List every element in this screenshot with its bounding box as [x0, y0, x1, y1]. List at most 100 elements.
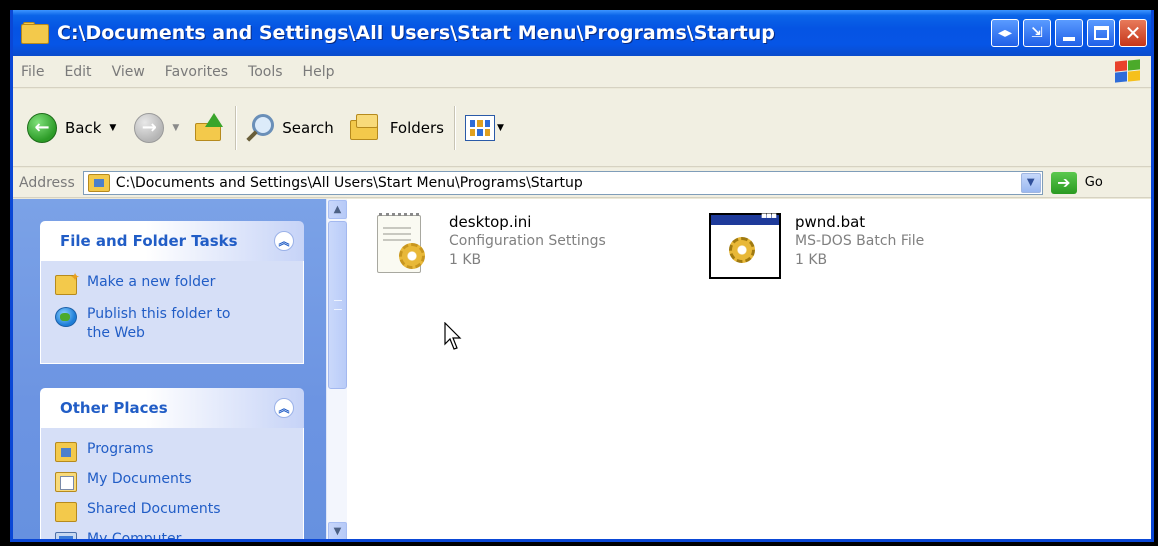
maximize-button[interactable]: [1087, 19, 1115, 47]
views-button[interactable]: ▼: [464, 89, 504, 166]
go-label: Go: [1084, 175, 1103, 190]
file-type: Configuration Settings: [449, 233, 606, 249]
chevron-down-icon[interactable]: ▼: [172, 123, 179, 133]
forward-arrow-icon: →: [134, 112, 165, 143]
my-documents-icon: [55, 472, 77, 492]
file-folder-tasks-panel: File and Folder Tasks ︽ Make a new folde…: [40, 221, 304, 364]
folder-icon: [21, 22, 51, 44]
close-icon: ✕: [1124, 21, 1142, 45]
sync-button[interactable]: ◂▸: [991, 19, 1019, 47]
minimize-icon: [1063, 37, 1075, 41]
scroll-thumb[interactable]: [328, 221, 347, 389]
scroll-up-button[interactable]: ▲: [328, 200, 347, 219]
place-label: My Computer: [87, 531, 182, 542]
task-pane: File and Folder Tasks ︽ Make a new folde…: [13, 199, 326, 542]
file-item-desktop-ini[interactable]: desktop.ini Configuration Settings 1 KB: [371, 213, 606, 277]
place-programs[interactable]: Programs: [55, 440, 293, 462]
menu-favorites[interactable]: Favorites: [155, 64, 238, 80]
file-size: 1 KB: [795, 252, 828, 268]
menu-view[interactable]: View: [102, 64, 155, 80]
grip-icon: [334, 300, 342, 310]
panel-header[interactable]: File and Folder Tasks ︽: [40, 221, 304, 261]
mouse-cursor-icon: [444, 322, 462, 350]
window-controls: ◂▸ ⇲ ✕: [991, 19, 1147, 47]
new-folder-icon: [55, 270, 80, 295]
file-size: 1 KB: [449, 252, 482, 268]
toolbar-divider: [453, 105, 455, 150]
chevron-down-icon: ▼: [333, 526, 342, 537]
address-value: C:\Documents and Settings\All Users\Star…: [115, 174, 583, 191]
file-meta: desktop.ini Configuration Settings 1 KB: [449, 213, 606, 270]
collapse-button[interactable]: ︽: [274, 398, 294, 418]
task-label: Make a new folder: [87, 274, 216, 290]
batch-file-icon: [709, 211, 781, 279]
collapse-button[interactable]: ︽: [274, 231, 294, 251]
address-input[interactable]: C:\Documents and Settings\All Users\Star…: [82, 170, 1043, 195]
up-folder-icon: [195, 112, 225, 143]
close-button[interactable]: ✕: [1119, 19, 1147, 47]
up-folder-button[interactable]: [195, 89, 225, 166]
views-icon: [464, 114, 495, 141]
folders-button[interactable]: Folders: [349, 89, 444, 166]
exit-icon: ⇲: [1031, 25, 1043, 41]
address-dropdown-button[interactable]: ▼: [1020, 172, 1041, 193]
panel-body: Programs My Documents Shared Documents M…: [40, 428, 304, 542]
task-label: Publish this folder to the Web: [87, 306, 231, 341]
panel-header[interactable]: Other Places ︽: [40, 388, 304, 428]
restore-toggle-button[interactable]: ⇲: [1023, 19, 1051, 47]
place-my-computer[interactable]: My Computer: [55, 530, 293, 542]
place-my-documents[interactable]: My Documents: [55, 470, 293, 492]
search-icon: [246, 113, 275, 142]
menu-file[interactable]: File: [13, 64, 54, 80]
folders-label: Folders: [389, 118, 444, 137]
address-bar: Address C:\Documents and Settings\All Us…: [13, 168, 1151, 198]
place-label: My Documents: [87, 471, 192, 487]
panel-title: File and Folder Tasks: [60, 232, 238, 250]
chevron-down-icon[interactable]: ▼: [497, 123, 504, 133]
sync-icon: ◂▸: [997, 25, 1013, 41]
file-name: desktop.ini: [449, 213, 532, 231]
menu-help[interactable]: Help: [293, 64, 345, 80]
file-item-pwnd-bat[interactable]: pwnd.bat MS-DOS Batch File 1 KB: [709, 211, 924, 279]
scroll-down-button[interactable]: ▼: [328, 522, 347, 539]
maximize-icon: [1093, 26, 1109, 40]
place-shared-documents[interactable]: Shared Documents: [55, 500, 293, 522]
programs-folder-icon: [87, 173, 110, 192]
back-button[interactable]: ← Back ▼: [27, 89, 116, 166]
task-make-new-folder[interactable]: Make a new folder: [55, 270, 293, 295]
chevron-down-icon: ▼: [1026, 177, 1035, 188]
task-publish-folder[interactable]: Publish this folder to the Web: [55, 305, 293, 343]
my-computer-icon: [55, 532, 77, 539]
go-arrow-icon: ➔: [1050, 171, 1077, 194]
chevron-up-double-icon: ︽: [278, 235, 290, 248]
config-file-icon: [371, 213, 435, 277]
back-label: Back: [65, 118, 102, 137]
forward-button[interactable]: → ▼: [134, 89, 179, 166]
file-list[interactable]: desktop.ini Configuration Settings 1 KB …: [347, 199, 1151, 539]
toolbar-divider: [235, 105, 237, 150]
search-button[interactable]: Search: [246, 89, 334, 166]
menu-tools[interactable]: Tools: [238, 64, 293, 80]
windows-logo-icon: [1113, 59, 1141, 84]
globe-icon: [55, 307, 77, 327]
go-button[interactable]: ➔ Go: [1050, 171, 1103, 194]
file-name: pwnd.bat: [795, 213, 866, 231]
panel-body: Make a new folder Publish this folder to…: [40, 261, 304, 364]
task-pane-scrollbar[interactable]: ▲ ▼: [326, 199, 347, 539]
chevron-up-icon: ▲: [333, 204, 342, 215]
programs-folder-icon: [55, 442, 77, 462]
minimize-button[interactable]: [1055, 19, 1083, 47]
chevron-down-icon[interactable]: ▼: [109, 123, 116, 133]
menu-bar: File Edit View Favorites Tools Help: [13, 56, 1151, 88]
address-label: Address: [19, 174, 75, 191]
title-bar[interactable]: C:\Documents and Settings\All Users\Star…: [13, 10, 1151, 56]
folders-icon: [349, 113, 382, 142]
file-type: MS-DOS Batch File: [795, 233, 925, 249]
panel-title: Other Places: [60, 399, 168, 417]
window-title: C:\Documents and Settings\All Users\Star…: [57, 22, 775, 44]
place-label: Shared Documents: [87, 501, 221, 517]
menu-edit[interactable]: Edit: [54, 64, 101, 80]
file-meta: pwnd.bat MS-DOS Batch File 1 KB: [795, 213, 924, 270]
toolbar: ← Back ▼ → ▼ Search Folders ▼: [13, 89, 1151, 167]
back-arrow-icon: ←: [27, 112, 57, 143]
